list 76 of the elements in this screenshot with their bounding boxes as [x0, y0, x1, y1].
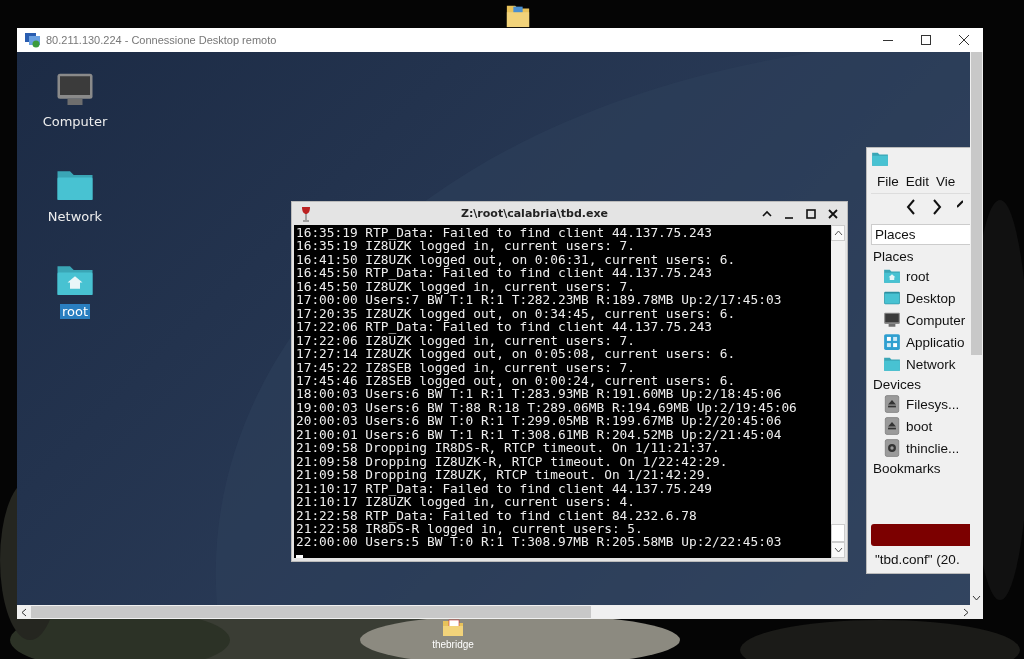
log-line: 17:20:35 IZ8UZK logged out, on 0:34:45, current users: 6.: [296, 306, 736, 321]
scroll-thumb[interactable]: [971, 52, 982, 355]
wine-glass-icon: [300, 205, 312, 222]
log-line: 17:45:46 IZ8SEB logged out, on 0:00:24, current users: 6.: [296, 374, 736, 388]
log-line: 17:45:22 IZ8SEB logged in, current users: 7.: [296, 360, 635, 374]
menu-item[interactable]: Edit: [905, 174, 930, 189]
log-line: 22:00:00 Users:5 BW T:0 R:1 T:308.97MB R:205.58MB Up:2/22:45:03: [296, 535, 782, 549]
close-icon: [828, 208, 838, 219]
sidebar-item[interactable]: root: [871, 265, 970, 287]
section-heading: Devices: [872, 376, 922, 393]
scroll-down-icon[interactable]: [972, 595, 981, 601]
log-line: 21:09:58 Dropping IR8DS-R, RTCP timeout. On 1/11:21:37.: [296, 441, 720, 455]
log-line: 19:00:03 Users:6 BW T:88 R:18 T:289.06MB R:194.69MB Up:2/19:45:06: [296, 400, 797, 415]
remote-desktop-icon: [25, 32, 41, 48]
folder-icon: [883, 355, 901, 373]
minimize-icon: [883, 39, 893, 41]
caret-icon: [762, 208, 772, 219]
log-line: 21:00:01 Users:6 BW T:1 R:1 T:308.61MB R:204.52MB Up:2/21:45:04: [296, 427, 782, 442]
desktop-icon: [883, 289, 901, 307]
scroll-left-icon[interactable]: [21, 607, 27, 617]
log-line: 16:45:50 IZ8UZK logged in, current users: 7.: [296, 279, 635, 294]
log-line: 16:45:50 RTP_Data: Failed to find client 44.137.75.243: [296, 266, 713, 280]
sidebar-item[interactable]: Network: [871, 353, 970, 375]
log-line: 21:09:58 Dropping IZ8UZK, RTCP timeout. On 1/21:42:29.: [296, 468, 713, 482]
close-icon: [959, 35, 969, 45]
desktop-icon-label[interactable]: root: [59, 304, 91, 319]
log-line: 17:22:06 IZ8UZK logged in, current users: 7.: [296, 333, 635, 348]
folder-icon: [871, 150, 889, 168]
scrollbar[interactable]: [17, 605, 983, 619]
log-line: 20:00:03 Users:6 BW T:0 R:1 T:299.05MB R:199.67MB Up:2/20:45:06: [296, 414, 782, 428]
log-line: 16:41:50 IZ8UZK logged out, on 0:06:31, current users: 6.: [296, 252, 736, 267]
sidebar-item[interactable]: Filesys...: [871, 393, 970, 415]
sidebar-item[interactable]: thinclie...: [871, 437, 970, 459]
sidebar-item[interactable]: Desktop: [871, 287, 970, 309]
log-line: 17:22:06 RTP_Data: Failed to find client 44.137.75.243: [296, 320, 713, 334]
section-heading: Places: [872, 248, 915, 265]
places-dropdown[interactable]: Places: [871, 224, 970, 245]
scroll-thumb[interactable]: [831, 524, 845, 542]
log-line: 21:22:58 IR8DS-R logged in, current users: 5.: [296, 521, 643, 536]
computer-icon: [883, 311, 901, 329]
cursor: [296, 554, 303, 558]
log-line: 21:22:58 RTP_Data: Failed to find client 84.232.6.78: [296, 508, 697, 522]
scrollbar[interactable]: [831, 225, 845, 558]
applications-icon: [883, 333, 901, 351]
desktop-icon-label[interactable]: Network: [45, 209, 105, 224]
eject-icon: [883, 395, 901, 413]
scrollbar[interactable]: [970, 52, 983, 605]
drive-icon: [883, 439, 901, 457]
eject-icon: [883, 417, 901, 435]
maximize-icon: [921, 35, 931, 45]
scroll-thumb[interactable]: [31, 606, 591, 618]
scroll-up-icon[interactable]: [831, 225, 845, 241]
section-heading: Bookmarks: [872, 460, 942, 477]
log-line: 21:10:17 IZ8UZK logged in, current users: 4.: [296, 495, 635, 509]
log-line: 21:09:58 Dropping IZ8UZK-R, RTCP timeout. On 1/22:42:29.: [296, 454, 728, 469]
menu-item[interactable]: File: [877, 174, 899, 189]
sidebar-item[interactable]: Computer: [871, 309, 970, 331]
sidebar-item[interactable]: Applicatio: [871, 331, 970, 353]
log-line: 16:35:19 RTP_Data: Failed to find client 44.137.75.243: [296, 226, 713, 240]
minimize-icon: [785, 216, 793, 219]
home-folder-icon: [883, 267, 901, 285]
log-line: 21:10:17 RTP_Data: Failed to find client 44.137.75.249: [296, 481, 713, 496]
menu-item[interactable]: Vie: [936, 174, 956, 189]
log-line: 16:35:19 IZ8UZK logged in, current users: 7.: [296, 239, 635, 253]
status-text: "tbd.conf" (20.: [874, 552, 961, 567]
log-line: 17:00:00 Users:7 BW T:1 R:1 T:282.23MB R:189.78MB Up:2/17:45:03: [296, 293, 782, 307]
log-line: 18:00:03 Users:6 BW T:1 R:1 T:283.93MB R:191.60MB Up:2/18:45:06: [296, 387, 782, 401]
forward-icon[interactable]: [931, 198, 943, 216]
scroll-right-icon[interactable]: [963, 607, 969, 617]
desktop-icon-label[interactable]: Computer: [40, 114, 110, 129]
terminal-title: Z:\root\calabria\tbd.exe: [459, 207, 610, 220]
sidebar-item[interactable]: boot: [871, 415, 970, 437]
maximize-icon: [806, 208, 816, 219]
window-title: 80.211.130.224 - Connessione Desktop remoto: [46, 34, 277, 46]
back-icon[interactable]: [905, 198, 917, 216]
log-line: 17:27:14 IZ8UZK logged out, on 0:05:08, current users: 6.: [296, 347, 736, 361]
